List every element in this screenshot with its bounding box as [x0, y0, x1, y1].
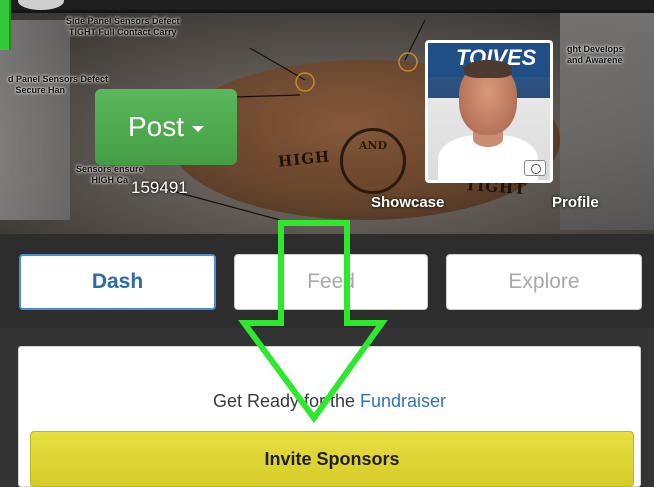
sensor-annotation-1: Side Panel Sensors Defect TIGHT Full Con…: [66, 16, 180, 37]
tab-explore[interactable]: Explore: [446, 254, 642, 310]
tab-strip: Dash Feed Explore: [0, 234, 654, 328]
post-button-label: Post: [127, 111, 185, 142]
profile-link[interactable]: Profile: [552, 194, 599, 211]
post-button[interactable]: Post: [95, 89, 237, 165]
top-bar: [0, 0, 654, 10]
fundraiser-card: Get Ready for the Fundraiser Invite Spon…: [18, 346, 641, 487]
camera-icon[interactable]: [524, 160, 546, 176]
tab-feed[interactable]: Feed: [234, 254, 428, 310]
showcase-link[interactable]: Showcase: [371, 194, 444, 211]
fundraiser-prompt-text: Get Ready for the: [212, 391, 361, 411]
sensor-annotation-4: ght Develops and Awarene: [567, 44, 624, 65]
top-bar-logo-fragment: [18, 0, 64, 10]
profile-avatar[interactable]: TOIVES: [425, 40, 553, 183]
chevron-down-icon: [192, 126, 205, 132]
fundraiser-link[interactable]: Fundraiser: [360, 391, 446, 411]
invite-sponsors-button[interactable]: Invite Sponsors: [30, 431, 634, 487]
post-count: 159491: [131, 178, 188, 197]
top-divider: [0, 10, 654, 13]
sensor-annotation-2: d Panel Sensors Defect Secure Han: [8, 74, 109, 95]
tab-dash[interactable]: Dash: [19, 254, 216, 310]
content-area: Get Ready for the Fundraiser Invite Spon…: [0, 328, 654, 487]
left-edge-indicator: [0, 0, 11, 50]
fundraiser-prompt: Get Ready for the Fundraiser: [19, 391, 640, 412]
avatar-hair: [464, 60, 512, 78]
hero-banner: HIGH AND TIGHT Side Panel Sensors Defect…: [0, 0, 654, 234]
